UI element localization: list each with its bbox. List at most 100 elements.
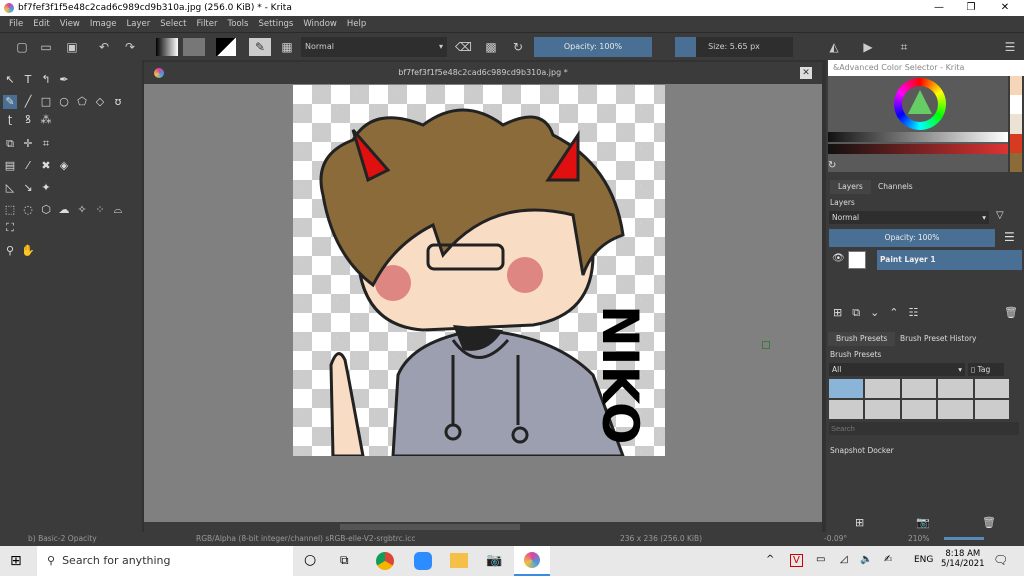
swatch[interactable] xyxy=(1010,152,1022,173)
blend-mode-select[interactable]: Normal ▾ xyxy=(301,37,447,57)
mirror-vertical-icon[interactable]: ▶ xyxy=(860,38,876,56)
brush-search-input[interactable] xyxy=(829,422,1019,435)
open-folder-icon[interactable]: ▭ xyxy=(38,38,54,56)
close-button[interactable]: ✕ xyxy=(990,0,1020,16)
brush-preset[interactable] xyxy=(938,400,973,419)
saturation-slider[interactable] xyxy=(828,144,1008,154)
menu-filter[interactable]: Filter xyxy=(191,16,222,32)
horizontal-scrollbar[interactable] xyxy=(144,522,822,532)
clock[interactable]: 8:18 AM 5/14/2021 xyxy=(941,549,985,569)
polygon-select-icon[interactable]: ⬡ xyxy=(39,203,53,217)
menu-select[interactable]: Select xyxy=(155,16,191,32)
transform-tool-icon[interactable]: ⧉ xyxy=(3,137,17,151)
text-tool-icon[interactable]: T xyxy=(21,73,35,87)
value-slider[interactable] xyxy=(828,132,1008,142)
task-view-icon[interactable]: ⧉ xyxy=(340,553,349,568)
volume-icon[interactable]: 🔈 xyxy=(860,554,872,565)
zoom-app-icon[interactable] xyxy=(414,552,432,570)
menu-view[interactable]: View xyxy=(55,16,85,32)
delete-layer-icon[interactable]: 🗑 xyxy=(1004,306,1018,320)
mirror-horizontal-icon[interactable]: ◭ xyxy=(826,38,842,56)
bezier-tool-icon[interactable]: ʊ xyxy=(111,95,125,109)
redo-icon[interactable]: ↷ xyxy=(122,38,138,56)
rectangle-tool-icon[interactable]: □ xyxy=(39,95,53,109)
eraser-icon[interactable]: ⌫ xyxy=(455,38,472,56)
move-tool-icon[interactable]: ✛ xyxy=(21,137,35,151)
save-icon[interactable]: ▣ xyxy=(64,38,80,56)
advanced-color-selector[interactable]: ↻ xyxy=(828,76,1008,172)
dynamic-brush-icon[interactable]: ꝸ xyxy=(21,113,35,127)
polygon-tool-icon[interactable]: ⬠ xyxy=(75,95,89,109)
menu-layer[interactable]: Layer xyxy=(122,16,156,32)
menu-file[interactable]: File xyxy=(4,16,28,32)
workspace-grid-icon[interactable]: ▦ xyxy=(279,38,295,56)
gradient-swatch[interactable] xyxy=(156,38,178,56)
calligraphy-icon[interactable]: ✒ xyxy=(57,73,71,87)
zoom-slider[interactable] xyxy=(944,537,984,540)
cortana-icon[interactable]: ○ xyxy=(304,552,316,568)
new-document-icon[interactable]: ▢ xyxy=(14,38,30,56)
menu-image[interactable]: Image xyxy=(85,16,122,32)
reload-preset-icon[interactable]: ↻ xyxy=(510,38,526,56)
pan-tool-icon[interactable]: ✋ xyxy=(21,244,35,258)
krita-taskbar-icon[interactable] xyxy=(514,546,550,576)
layer-properties-icon[interactable]: ☰ xyxy=(1004,230,1015,244)
camera-icon[interactable]: 📷 xyxy=(916,516,930,530)
refresh-icon[interactable]: ↻ xyxy=(828,160,836,171)
freehand-brush-icon[interactable]: ✎ xyxy=(3,95,17,109)
brush-preset[interactable] xyxy=(865,379,900,398)
swatch[interactable] xyxy=(1010,76,1022,96)
add-layer-icon[interactable]: ⊞ xyxy=(833,306,842,320)
notifications-icon[interactable]: 🗨 xyxy=(993,553,1008,567)
canvas-image[interactable]: NIKO xyxy=(293,85,665,458)
reference-tool-icon[interactable]: ✦ xyxy=(39,181,53,195)
ellipse-select-icon[interactable]: ◌ xyxy=(21,203,35,217)
brush-preset[interactable] xyxy=(829,379,864,398)
rect-select-icon[interactable]: ⬚ xyxy=(3,203,17,217)
crop-tool-icon[interactable]: ⌗ xyxy=(39,137,53,151)
fill-tool-icon[interactable]: ◈ xyxy=(57,159,71,173)
menu-settings[interactable]: Settings xyxy=(253,16,298,32)
filter-icon[interactable]: ▽ xyxy=(996,210,1004,221)
swatch[interactable] xyxy=(1010,133,1022,153)
bezier-select-icon[interactable]: ⌓ xyxy=(111,203,125,217)
pattern-swatch[interactable] xyxy=(183,38,205,56)
brush-preset[interactable] xyxy=(901,379,937,398)
brush-preset-icon[interactable]: ✎ xyxy=(249,38,271,56)
brush-filter-select[interactable]: All ▾ xyxy=(829,363,965,376)
visibility-eye-icon[interactable]: 👁 xyxy=(832,253,845,264)
brush-preset[interactable] xyxy=(974,400,1009,419)
tab-channels[interactable]: Channels xyxy=(870,180,921,194)
wrap-around-icon[interactable]: ⌗ xyxy=(896,38,912,56)
camera-app-icon[interactable]: 📷 xyxy=(486,553,502,568)
fg-bg-color-icon[interactable] xyxy=(216,38,236,56)
size-slider[interactable]: Size: 5.65 px xyxy=(675,37,793,57)
document-tab[interactable]: bf7fef3f1f5e48c2cad6c989cd9b310a.jpg * ✕ xyxy=(144,62,822,84)
opacity-slider[interactable]: Opacity: 100% xyxy=(534,37,652,57)
wifi-icon[interactable]: ◿ xyxy=(840,554,848,565)
menu-tools[interactable]: Tools xyxy=(223,16,254,32)
ellipse-tool-icon[interactable]: ○ xyxy=(57,95,71,109)
brush-preset[interactable] xyxy=(974,379,1009,398)
duplicate-layer-icon[interactable]: ⧉ xyxy=(852,306,860,320)
magnetic-select-icon[interactable]: ⛶ xyxy=(3,221,17,235)
tab-brush-history[interactable]: Brush Preset History xyxy=(892,332,984,346)
file-explorer-icon[interactable] xyxy=(450,553,468,568)
tab-layers[interactable]: Layers xyxy=(830,180,871,194)
chrome-icon[interactable] xyxy=(376,552,394,570)
alpha-lock-icon[interactable]: ▩ xyxy=(483,38,499,56)
tray-chevron-icon[interactable]: ^ xyxy=(766,554,774,565)
menu-window[interactable]: Window xyxy=(298,16,342,32)
pen-icon[interactable]: ✍ xyxy=(884,554,892,565)
edit-shape-icon[interactable]: ↰ xyxy=(39,73,53,87)
assistant-tool-icon[interactable]: ↘ xyxy=(21,181,35,195)
menu-help[interactable]: Help xyxy=(342,16,371,32)
layer-blend-select[interactable]: Normal ▾ xyxy=(829,211,989,224)
undo-icon[interactable]: ↶ xyxy=(96,38,112,56)
contiguous-select-icon[interactable]: ✧ xyxy=(75,203,89,217)
docker-menu-icon[interactable]: ☰ xyxy=(1002,38,1018,56)
windows-start-icon[interactable]: ⊞ xyxy=(10,553,22,569)
freehand-select-icon[interactable]: ☁ xyxy=(57,203,71,217)
polyline-tool-icon[interactable]: ◇ xyxy=(93,95,107,109)
color-picker-icon[interactable]: ⁄ xyxy=(21,159,35,173)
